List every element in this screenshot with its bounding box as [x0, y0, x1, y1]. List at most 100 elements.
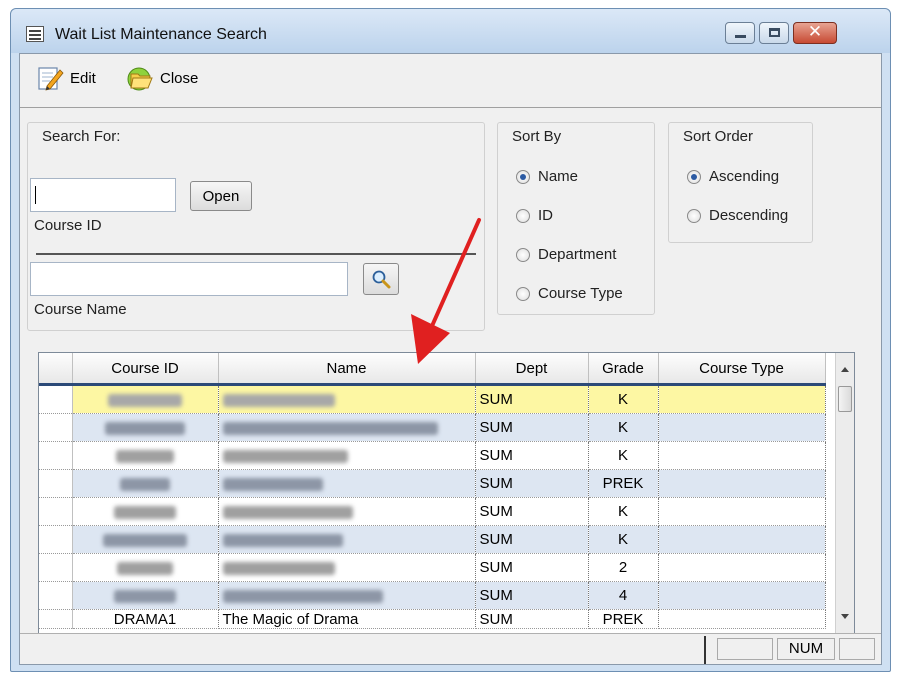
title-bar[interactable]: Wait List Maintenance Search ✕	[11, 9, 890, 53]
table-row[interactable]: SUM K	[39, 525, 826, 554]
course-id-cell: DRAMA1	[72, 609, 219, 629]
course-type-cell	[658, 469, 826, 498]
status-panel-empty	[839, 638, 875, 660]
name-cell	[218, 581, 476, 610]
scroll-down-icon[interactable]	[841, 614, 849, 619]
course-type-cell	[658, 497, 826, 526]
sort-by-title: Sort By	[512, 128, 562, 145]
dept-cell: SUM	[475, 497, 589, 526]
close-icon: ✕	[807, 22, 823, 42]
radio-unselected-icon	[516, 247, 530, 262]
status-panel-empty	[717, 638, 773, 660]
open-button[interactable]: Open	[190, 181, 252, 211]
sort-order-title: Sort Order	[683, 128, 754, 145]
descending-radio[interactable]: Descending	[687, 207, 788, 224]
maximize-button[interactable]	[759, 22, 789, 44]
course-id-cell	[72, 525, 219, 554]
course-type-cell	[658, 553, 826, 582]
column-header-name[interactable]: Name	[218, 353, 476, 386]
row-header[interactable]	[39, 469, 73, 498]
redacted-text	[103, 533, 187, 547]
column-header-dept[interactable]: Dept	[475, 353, 589, 386]
radio-label: Name	[538, 168, 579, 185]
table-row[interactable]: SUM K	[39, 497, 826, 526]
course-name-input[interactable]	[30, 262, 348, 296]
table-row[interactable]: SUM PREK	[39, 469, 826, 498]
radio-selected-icon	[516, 169, 530, 184]
close-button[interactable]: Close	[126, 64, 198, 92]
row-header[interactable]	[39, 525, 73, 554]
name-cell	[218, 525, 476, 554]
scroll-thumb[interactable]	[838, 386, 852, 412]
results-grid[interactable]: Course ID Name Dept Grade Course Type SU…	[38, 352, 855, 634]
sort-by-group: Sort By Name ID Department Course Type	[497, 122, 655, 315]
table-row[interactable]: SUM K	[39, 384, 826, 414]
close-window-button[interactable]: ✕	[793, 22, 837, 44]
row-header[interactable]	[39, 581, 73, 610]
row-header[interactable]	[39, 413, 73, 442]
course-type-cell	[658, 581, 826, 610]
sort-by-course-type-radio[interactable]: Course Type	[516, 285, 623, 302]
redacted-text	[222, 421, 438, 435]
radio-unselected-icon	[687, 208, 701, 223]
num-lock-indicator: NUM	[777, 638, 835, 660]
scroll-up-icon[interactable]	[841, 367, 849, 372]
redacted-text	[108, 393, 182, 407]
course-id-input[interactable]	[30, 178, 176, 212]
sort-by-id-radio[interactable]: ID	[516, 207, 553, 224]
row-header[interactable]	[39, 553, 73, 582]
redacted-text	[117, 561, 173, 575]
minimize-icon	[735, 35, 746, 38]
radio-label: Course Type	[538, 285, 623, 302]
column-header-course-id[interactable]: Course ID	[72, 353, 219, 386]
ascending-radio[interactable]: Ascending	[687, 168, 779, 185]
dept-cell: SUM	[475, 413, 589, 442]
row-header[interactable]	[39, 441, 73, 470]
course-id-cell	[72, 384, 219, 414]
search-button[interactable]	[363, 263, 399, 295]
edit-button[interactable]: Edit	[36, 64, 96, 92]
results-table: Course ID Name Dept Grade Course Type SU…	[39, 353, 826, 629]
course-id-label: Course ID	[34, 217, 102, 234]
sort-by-name-radio[interactable]: Name	[516, 168, 578, 185]
table-row[interactable]: SUM K	[39, 413, 826, 442]
name-cell	[218, 553, 476, 582]
text-caret	[35, 186, 36, 204]
client-area: Edit Close Search For: Open Course ID Co…	[19, 53, 882, 665]
name-cell	[218, 469, 476, 498]
grade-cell: K	[588, 525, 659, 554]
row-header[interactable]	[39, 497, 73, 526]
row-header-corner	[39, 353, 73, 386]
table-row[interactable]: DRAMA1 The Magic of Drama SUM PREK	[39, 609, 826, 629]
grade-cell: 4	[588, 581, 659, 610]
course-type-cell	[658, 413, 826, 442]
course-id-cell	[72, 553, 219, 582]
close-label: Close	[160, 69, 199, 87]
radio-selected-icon	[687, 169, 701, 184]
radio-unselected-icon	[516, 286, 530, 301]
row-header[interactable]	[39, 384, 73, 414]
header-row: Course ID Name Dept Grade Course Type	[39, 353, 826, 386]
dept-cell: SUM	[475, 384, 589, 414]
column-header-course-type[interactable]: Course Type	[658, 353, 826, 386]
course-type-cell	[658, 525, 826, 554]
column-header-grade[interactable]: Grade	[588, 353, 659, 386]
radio-label: Department	[538, 246, 617, 263]
grade-cell: PREK	[588, 609, 659, 629]
redacted-text	[222, 589, 383, 603]
dept-cell: SUM	[475, 525, 589, 554]
radio-label: Descending	[709, 207, 789, 224]
table-row[interactable]: SUM 2	[39, 553, 826, 582]
row-header[interactable]	[39, 609, 73, 629]
minimize-button[interactable]	[725, 22, 755, 44]
table-row[interactable]: SUM K	[39, 441, 826, 470]
course-id-cell	[72, 497, 219, 526]
maximize-icon	[769, 28, 780, 37]
name-cell: The Magic of Drama	[218, 609, 476, 629]
redacted-text	[222, 505, 353, 519]
sort-by-department-radio[interactable]: Department	[516, 246, 616, 263]
vertical-scrollbar[interactable]	[835, 353, 854, 633]
radio-label: ID	[538, 207, 553, 224]
table-row[interactable]: SUM 4	[39, 581, 826, 610]
dept-cell: SUM	[475, 441, 589, 470]
